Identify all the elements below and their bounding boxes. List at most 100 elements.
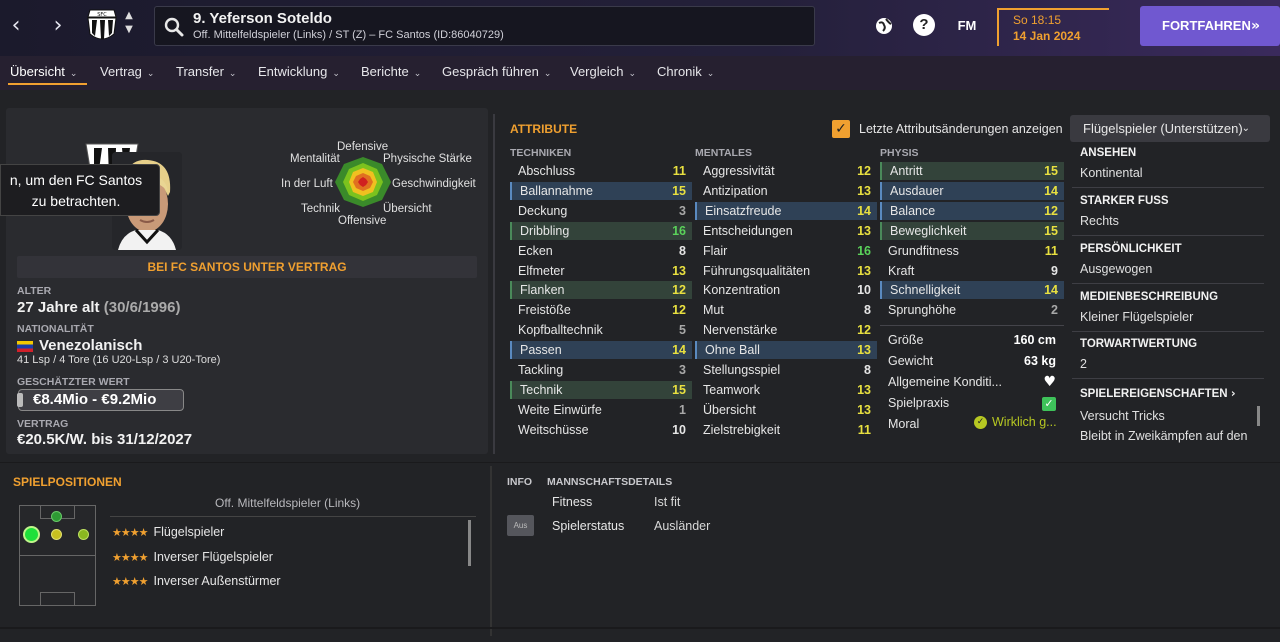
attribute-value: 11 <box>857 422 871 437</box>
attribute-row[interactable]: Zielstrebigkeit 11 <box>695 421 877 439</box>
attribute-row[interactable]: Führungsqualitäten 13 <box>695 262 877 280</box>
attribute-name: Grundfitness <box>888 243 959 258</box>
attribute-row[interactable]: Kraft 9 <box>880 262 1064 280</box>
position-dot-st[interactable] <box>51 511 62 522</box>
value-range: €8.4Mio - €9.2Mio <box>33 391 157 408</box>
attribute-row[interactable]: Antritt 15 <box>880 162 1064 180</box>
attribute-row[interactable]: Stellungsspiel 8 <box>695 361 877 379</box>
search-icon <box>164 17 184 37</box>
menu-history[interactable]: Chronik ⌄ <box>657 64 714 79</box>
traits-scrollbar[interactable] <box>1257 406 1260 426</box>
attribute-row[interactable]: Ecken 8 <box>510 242 692 260</box>
attribute-row[interactable]: Ohne Ball 13 <box>695 341 877 360</box>
nationality-value[interactable]: Venezolanisch <box>17 337 142 354</box>
attribute-row[interactable]: Übersicht 13 <box>695 401 877 419</box>
attribute-value: 12 <box>857 323 871 338</box>
show-changes-label[interactable]: Letzte Attributsänderungen anzeigen <box>859 122 1063 136</box>
position-pitch[interactable] <box>19 505 96 606</box>
attribute-row[interactable]: Freistöße 12 <box>510 301 692 319</box>
separator <box>1072 283 1264 284</box>
show-changes-checkbox[interactable]: ✓ <box>832 120 850 138</box>
menu-transfer[interactable]: Transfer ⌄ <box>176 64 236 79</box>
menu-development[interactable]: Entwicklung ⌄ <box>258 64 340 79</box>
traits-link[interactable]: SPIELEREIGENSCHAFTEN › <box>1080 386 1236 400</box>
attribute-row[interactable]: Balance 12 <box>880 201 1064 220</box>
help-icon[interactable]: ? <box>913 14 937 38</box>
menu-compare[interactable]: Vergleich ⌄ <box>570 64 636 79</box>
attribute-name: Kraft <box>888 263 915 278</box>
attribute-row[interactable]: Kopfballtechnik 5 <box>510 321 692 339</box>
tab-info[interactable]: INFO <box>507 476 532 488</box>
globe-icon[interactable] <box>872 14 896 38</box>
date-display[interactable]: So 18:15 14 Jan 2024 <box>997 8 1109 46</box>
position-dot-amc[interactable] <box>51 529 62 540</box>
attribute-row[interactable]: Weitschüsse 10 <box>510 421 692 439</box>
club-switch-arrows[interactable]: ▲ ▼ <box>122 9 136 37</box>
menu-overview[interactable]: Übersicht ⌄ <box>10 64 77 79</box>
menu-reports[interactable]: Berichte ⌄ <box>361 64 421 79</box>
attribute-row[interactable]: Antizipation 13 <box>695 182 877 200</box>
attribute-row[interactable]: Weite Einwürfe 1 <box>510 401 692 419</box>
chevron-down-icon: ⌄ <box>706 69 715 79</box>
menu-talk[interactable]: Gespräch führen ⌄ <box>442 64 551 79</box>
chevron-down-icon: ⌄ <box>332 69 340 79</box>
international-appearances: 41 Lsp / 4 Tore (16 U20-Lsp / 3 U20-Tore… <box>17 354 221 366</box>
attribute-value: 5 <box>679 323 686 338</box>
attribute-row[interactable]: Grundfitness 11 <box>880 242 1064 260</box>
back-button[interactable]: ‹ <box>2 10 30 42</box>
attribute-row[interactable]: Konzentration 10 <box>695 281 877 299</box>
morale-label: Moral <box>888 417 920 431</box>
role-item[interactable]: ★★★★ Inverser Flügelspieler <box>112 550 273 564</box>
attribute-row[interactable]: Elfmeter 13 <box>510 262 692 280</box>
attribute-row[interactable]: Dribbling 16 <box>510 221 692 240</box>
attribute-row[interactable]: Deckung 3 <box>510 202 692 220</box>
positions-scrollbar[interactable] <box>468 520 471 566</box>
attribute-row[interactable]: Entscheidungen 13 <box>695 222 877 240</box>
morale-value[interactable]: ✓ Wirklich g... <box>974 415 1062 430</box>
player-subtitle: Off. Mittelfeldspieler (Links) / ST (Z) … <box>193 29 504 41</box>
attribute-row[interactable]: Sprunghöhe 2 <box>880 301 1064 319</box>
attribute-value: 2 <box>1051 303 1058 318</box>
attribute-value: 8 <box>864 363 871 377</box>
attribute-row[interactable]: Einsatzfreude 14 <box>695 201 877 220</box>
position-dot-aml[interactable] <box>23 526 40 543</box>
condition-row[interactable]: Allgemeine Konditi... ♥ <box>880 373 1064 391</box>
attribute-row[interactable]: Flair 16 <box>695 242 877 260</box>
attribute-row[interactable]: Technik 15 <box>510 380 692 399</box>
attribute-row[interactable]: Abschluss 11 <box>510 162 692 180</box>
estimated-value-pill[interactable]: €8.4Mio - €9.2Mio <box>17 389 184 411</box>
attribute-value: 16 <box>857 243 871 258</box>
role-select[interactable]: Flügelspieler (Unterstützen) ⌄ <box>1070 115 1270 142</box>
club-crest-icon[interactable]: SFC <box>84 6 120 44</box>
player-search-bar[interactable]: 9. Yeferson Soteldo Off. Mittelfeldspiel… <box>154 6 815 46</box>
menu-contract[interactable]: Vertrag ⌄ <box>100 64 154 79</box>
pitch-halfway <box>20 555 95 556</box>
attribute-row[interactable]: Nervenstärke 12 <box>695 321 877 339</box>
attribute-row[interactable]: Tackling 3 <box>510 361 692 379</box>
gk-rating-label: TORWARTWERTUNG <box>1080 338 1198 350</box>
forward-button[interactable]: › <box>44 10 72 42</box>
attribute-row[interactable]: Ballannahme 15 <box>510 181 692 200</box>
attribute-name: Flanken <box>520 283 565 298</box>
attribute-value: 13 <box>857 402 871 417</box>
attribute-row[interactable]: Flanken 12 <box>510 281 692 300</box>
match-practice-row[interactable]: Spielpraxis ✓ <box>880 394 1064 412</box>
attribute-name: Sprunghöhe <box>888 303 957 318</box>
gk-rating-value: 2 <box>1080 357 1087 371</box>
attribute-name: Technik <box>520 382 563 397</box>
role-item[interactable]: ★★★★ Inverser Außenstürmer <box>112 574 281 588</box>
attribute-row[interactable]: Passen 14 <box>510 341 692 360</box>
position-dot-amr[interactable] <box>78 529 89 540</box>
attribute-row[interactable]: Ausdauer 14 <box>880 181 1064 200</box>
attribute-row[interactable]: Teamwork 13 <box>695 381 877 399</box>
attribute-radar-chart[interactable] <box>333 155 393 210</box>
attribute-row[interactable]: Aggressivität 12 <box>695 162 877 180</box>
attribute-row[interactable]: Schnelligkeit 14 <box>880 281 1064 300</box>
fm-logo-icon[interactable]: FM <box>952 14 982 38</box>
continue-button[interactable]: FORTFAHREN » <box>1140 6 1280 46</box>
attribute-row[interactable]: Beweglichkeit 15 <box>880 221 1064 240</box>
attribute-row[interactable]: Mut 8 <box>695 301 877 319</box>
role-item[interactable]: ★★★★ Flügelspieler <box>112 525 224 539</box>
star-rating-icon: ★★★★ <box>112 575 148 588</box>
tab-team-details[interactable]: MANNSCHAFTSDETAILS <box>547 476 672 488</box>
